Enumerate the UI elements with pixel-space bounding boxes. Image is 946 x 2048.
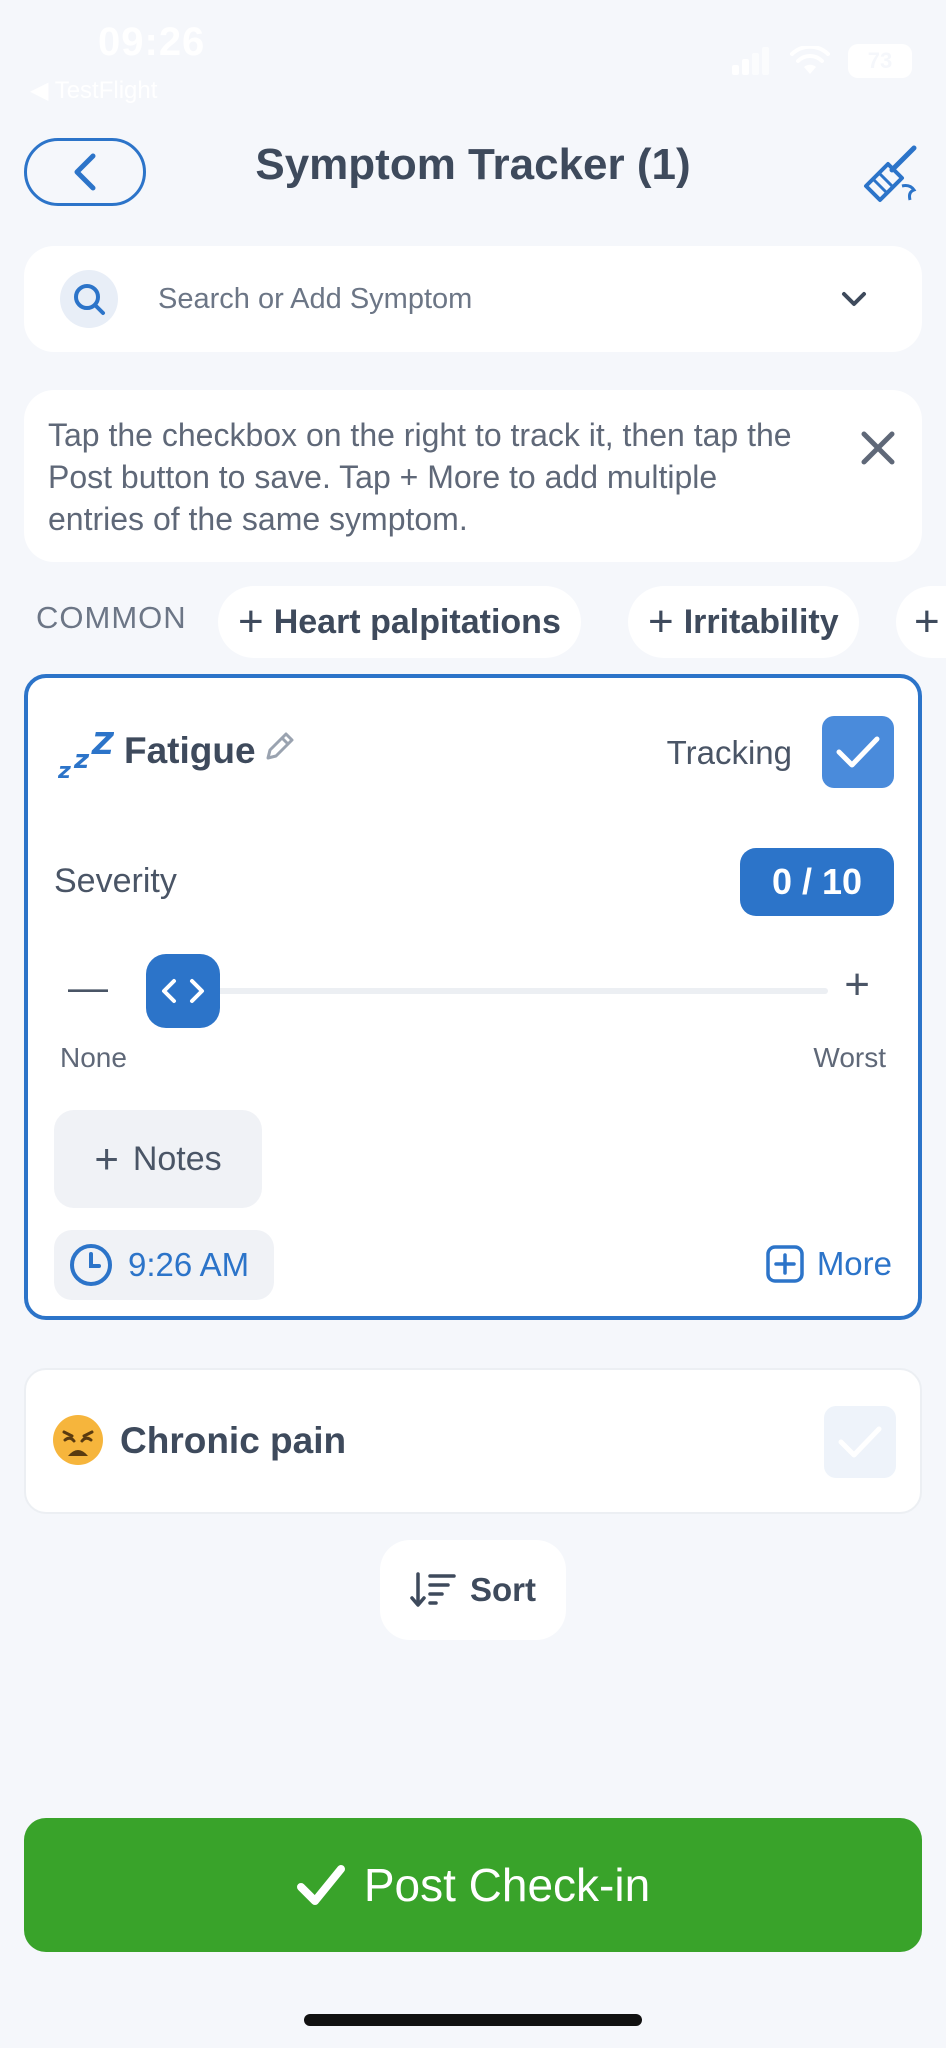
plus-icon: + bbox=[648, 597, 674, 646]
severity-value-badge: 0 / 10 bbox=[740, 848, 894, 916]
broom-icon bbox=[864, 145, 917, 202]
plus-icon: + bbox=[914, 597, 940, 646]
entry-time: 9:26 AM bbox=[128, 1246, 250, 1283]
chip-label: Irritability bbox=[683, 602, 839, 641]
chip-heart-palpitations[interactable]: + Heart palpitations bbox=[218, 586, 581, 658]
tracking-label: Tracking bbox=[666, 734, 792, 771]
pencil-icon bbox=[266, 732, 294, 760]
checkmark-icon bbox=[836, 736, 880, 768]
help-tip: Tap the checkbox on the right to track i… bbox=[24, 390, 922, 562]
common-label: COMMON bbox=[36, 600, 187, 635]
slider-max-label: Worst bbox=[813, 1042, 886, 1073]
chip-partial[interactable]: + bbox=[896, 586, 946, 658]
wifi-icon bbox=[790, 46, 830, 74]
chevron-down-icon[interactable] bbox=[840, 289, 868, 309]
plus-icon: + bbox=[238, 597, 264, 646]
home-indicator[interactable] bbox=[304, 2014, 642, 2026]
search-box[interactable]: Search or Add Symptom bbox=[24, 246, 922, 352]
back-to-testflight-link[interactable]: ◀ TestFlight bbox=[30, 76, 157, 105]
increase-severity-button[interactable]: + bbox=[844, 960, 870, 1010]
severity-slider-thumb[interactable] bbox=[146, 954, 220, 1028]
decrease-severity-button[interactable]: — bbox=[68, 966, 108, 1011]
tracking-checkbox[interactable] bbox=[822, 716, 894, 788]
svg-text:z: z bbox=[73, 745, 90, 775]
close-icon bbox=[861, 431, 895, 465]
page-title: Symptom Tracker (1) bbox=[255, 140, 691, 189]
sleep-zzz-icon: z z Z bbox=[57, 727, 115, 787]
symptom-name: Chronic pain bbox=[120, 1420, 347, 1461]
search-input[interactable]: Search or Add Symptom bbox=[158, 283, 840, 316]
sort-label: Sort bbox=[470, 1571, 536, 1608]
checkmark-icon bbox=[296, 1865, 345, 1905]
severity-slider-track[interactable] bbox=[148, 988, 828, 994]
plus-square-icon bbox=[766, 1245, 804, 1283]
search-icon bbox=[60, 270, 118, 328]
svg-text:z: z bbox=[58, 759, 71, 782]
symptom-card-chronic-pain[interactable]: Chronic pain bbox=[24, 1368, 922, 1514]
post-check-in-button[interactable]: Post Check-in bbox=[24, 1818, 922, 1952]
edit-symptom-button[interactable] bbox=[262, 730, 296, 769]
svg-text:Z: Z bbox=[91, 728, 114, 762]
add-more-entries-button[interactable]: More bbox=[765, 1244, 892, 1284]
severity-label: Severity bbox=[54, 862, 177, 900]
checkmark-icon bbox=[838, 1426, 882, 1458]
status-icons: 73 bbox=[732, 44, 912, 78]
sort-icon bbox=[410, 1572, 456, 1607]
plus-icon: + bbox=[94, 1135, 119, 1182]
clock-icon bbox=[70, 1244, 112, 1286]
entry-time-button[interactable]: 9:26 AM bbox=[54, 1230, 274, 1300]
status-time: 09:26 bbox=[98, 20, 206, 64]
drag-handle-icon bbox=[162, 979, 204, 1003]
symptom-card-fatigue: z z Z Fatigue Tracking Severity 0 / 10 —… bbox=[24, 674, 922, 1320]
chip-irritability[interactable]: + Irritability bbox=[628, 586, 859, 658]
dismiss-tip-button[interactable] bbox=[858, 428, 898, 468]
clear-button[interactable] bbox=[858, 142, 922, 206]
battery-indicator: 73 bbox=[848, 44, 912, 78]
notes-label: Notes bbox=[132, 1139, 222, 1178]
cellular-signal-icon bbox=[732, 47, 769, 75]
slider-min-label: None bbox=[60, 1042, 127, 1073]
weary-face-emoji-icon bbox=[52, 1414, 104, 1466]
chip-label: Heart palpitations bbox=[273, 602, 561, 641]
more-label: More bbox=[816, 1245, 892, 1282]
post-label: Post Check-in bbox=[363, 1859, 651, 1911]
tracking-checkbox[interactable] bbox=[824, 1406, 896, 1478]
symptom-name: Fatigue bbox=[124, 730, 256, 771]
help-tip-text: Tap the checkbox on the right to track i… bbox=[48, 417, 792, 537]
sort-button[interactable]: Sort bbox=[380, 1540, 566, 1640]
add-notes-button[interactable]: + Notes bbox=[54, 1110, 262, 1208]
